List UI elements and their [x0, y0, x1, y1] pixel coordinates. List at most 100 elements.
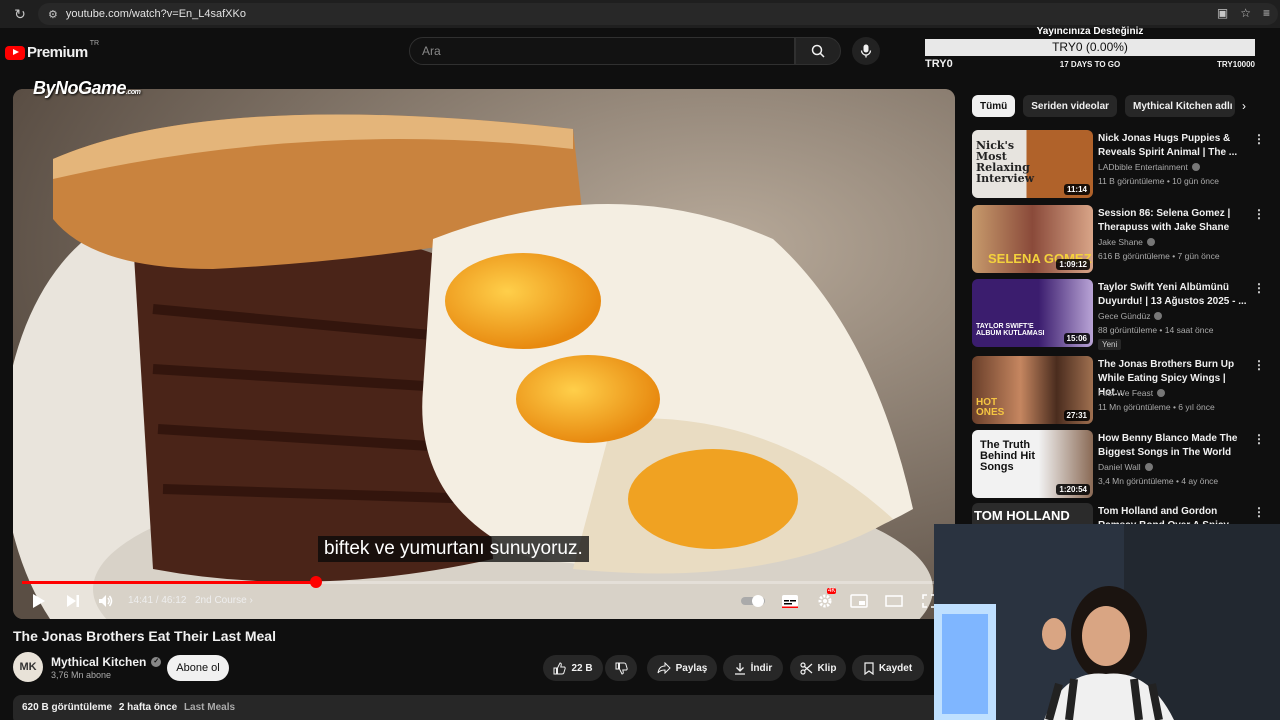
channel-link[interactable]: Mythical Kitchen ✓: [51, 655, 162, 669]
scissors-icon: [799, 661, 812, 675]
channel-name[interactable]: First We Feast: [1098, 388, 1153, 398]
url-text[interactable]: youtube.com/watch?v=En_L4safXKo: [66, 8, 1278, 20]
next-button[interactable]: [63, 591, 83, 611]
recommendation-meta: 616 B görüntüleme • 7 gün önce: [1098, 251, 1220, 261]
screen: ↻ ⚙ youtube.com/watch?v=En_L4safXKo ▣ ☆ …: [0, 0, 1280, 720]
thumbnail-text: The Truth Behind Hit Songs: [980, 439, 1035, 473]
recommendation-item[interactable]: The Truth Behind Hit Songs 1:20:54 How B…: [972, 430, 1272, 500]
streamer-watermark: ByNoGame.com: [33, 78, 141, 99]
star-icon[interactable]: ☆: [1240, 6, 1251, 20]
donation-progress-bar: TRY0 (0.00%): [925, 39, 1255, 56]
video-thumbnail[interactable]: Nick's Most Relaxing Interview 11:14: [972, 130, 1093, 198]
video-thumbnail[interactable]: SELENA GOMEZ 1:09:12: [972, 205, 1093, 273]
channel-name[interactable]: Jake Shane: [1098, 237, 1143, 247]
youtube-logo[interactable]: Premium TR: [5, 40, 99, 61]
more-options-icon[interactable]: ⋮: [1253, 505, 1265, 519]
recommendation-item[interactable]: HOT ONES 27:31 The Jonas Brothers Burn U…: [972, 356, 1272, 426]
upload-age: 2 hafta önce: [118, 702, 178, 713]
progress-fill: [22, 581, 316, 584]
theater-mode-button[interactable]: [884, 591, 904, 611]
video-thumbnail[interactable]: HOT ONES 27:31: [972, 356, 1093, 424]
address-bar[interactable]: ⚙ youtube.com/watch?v=En_L4safXKo: [38, 3, 1278, 25]
duration-badge: 11:14: [1063, 184, 1090, 195]
save-button[interactable]: Kaydet: [852, 655, 924, 681]
more-options-icon[interactable]: ⋮: [1253, 207, 1265, 221]
recommendation-title[interactable]: How Benny Blanco Made The Biggest Songs …: [1098, 432, 1248, 460]
more-options-icon[interactable]: ⋮: [1253, 432, 1265, 446]
recommendation-item[interactable]: Nick's Most Relaxing Interview 11:14 Nic…: [972, 130, 1272, 200]
tune-icon[interactable]: ⚙: [48, 8, 58, 21]
more-options-icon[interactable]: ⋮: [1253, 132, 1265, 146]
recommendation-item[interactable]: SELENA GOMEZ 1:09:12 Session 86: Selena …: [972, 205, 1272, 275]
recommendation-title[interactable]: Nick Jonas Hugs Puppies & Reveals Spirit…: [1098, 132, 1248, 160]
recommendation-channel[interactable]: Gece Gündüz: [1098, 311, 1163, 321]
cast-icon[interactable]: ▣: [1217, 6, 1228, 20]
verified-icon: [1144, 463, 1153, 471]
thumbnail-text: HOT ONES: [976, 397, 1005, 418]
progress-bar[interactable]: [22, 576, 946, 588]
recommendation-channel[interactable]: Daniel Wall: [1098, 462, 1153, 472]
subscribe-button[interactable]: Abone ol: [167, 655, 229, 681]
duration-badge: 27:31: [1063, 410, 1090, 421]
dislike-button[interactable]: [605, 655, 637, 681]
subscriber-count: 3,76 Mn abone: [51, 670, 112, 680]
chip-all[interactable]: Tümü: [972, 95, 1016, 117]
download-button[interactable]: İndir: [723, 655, 783, 681]
chapter-button[interactable]: 2nd Course ›: [195, 595, 253, 606]
recommendation-title[interactable]: Session 86: Selena Gomez | Therapuss wit…: [1098, 207, 1248, 235]
save-label: Kaydet: [878, 662, 913, 674]
volume-button[interactable]: [96, 591, 116, 611]
subtitles-icon: [782, 595, 798, 608]
recommendation-title[interactable]: Taylor Swift Yeni Albümünü Duyurdu! | 13…: [1098, 281, 1248, 309]
recommendation-meta: 3,4 Mn görüntüleme • 4 ay önce: [1098, 476, 1219, 486]
channel-name[interactable]: Daniel Wall: [1098, 462, 1141, 472]
play-button[interactable]: [29, 591, 49, 611]
chevron-right-icon[interactable]: ›: [1234, 95, 1254, 117]
filter-chips: Tümü Seriden videolar Mythical Kitchen a…: [972, 95, 1236, 117]
channel-name[interactable]: Mythical Kitchen: [51, 655, 146, 669]
thumbnail-text: Nick's Most Relaxing Interview: [976, 139, 1035, 185]
donation-days-left: 17 DAYS TO GO: [1059, 60, 1121, 69]
channel-name[interactable]: LADbible Entertainment: [1098, 162, 1188, 172]
video-tag[interactable]: Last Meals: [184, 702, 235, 713]
clip-button[interactable]: Klip: [790, 655, 846, 681]
autoplay-toggle[interactable]: [740, 591, 768, 611]
share-button[interactable]: Paylaş: [647, 655, 717, 681]
recommendation-channel[interactable]: Jake Shane: [1098, 237, 1155, 247]
recommendation-meta: 11 Mn görüntüleme • 6 yıl önce: [1098, 402, 1215, 412]
video-thumbnail[interactable]: TAYLOR SWIFT'E ALBÜM KUTLAMASI 15:06: [972, 279, 1093, 347]
miniplayer-button[interactable]: [849, 591, 869, 611]
more-options-icon[interactable]: ⋮: [1253, 281, 1265, 295]
more-options-icon[interactable]: ⋮: [1253, 358, 1265, 372]
search-button[interactable]: [795, 37, 841, 65]
channel-name[interactable]: Gece Gündüz: [1098, 311, 1150, 321]
recommendation-meta: 11 B görüntüleme • 10 gün önce: [1098, 176, 1219, 186]
video-player[interactable]: biftek ve yumurtanı sunuyoruz. 14:41 / 4…: [13, 89, 955, 619]
subtitles-button[interactable]: [780, 591, 800, 611]
settings-button[interactable]: 4K: [814, 588, 837, 611]
share-label: Paylaş: [675, 662, 708, 674]
recommendation-channel[interactable]: First We Feast: [1098, 388, 1166, 398]
recommendation-channel[interactable]: LADbible Entertainment: [1098, 162, 1200, 172]
duration-badge: 15:06: [1063, 333, 1090, 344]
play-icon: [33, 594, 45, 608]
video-thumbnail[interactable]: The Truth Behind Hit Songs 1:20:54: [972, 430, 1093, 498]
search-input[interactable]: Ara: [409, 37, 795, 65]
duration-badge: 1:09:12: [1056, 259, 1090, 270]
watermark-text: ByNoGame: [33, 78, 127, 98]
verified-icon: [1146, 238, 1155, 246]
recommendation-item[interactable]: TAYLOR SWIFT'E ALBÜM KUTLAMASI 15:06 Tay…: [972, 279, 1272, 350]
channel-avatar[interactable]: MK: [13, 652, 43, 682]
chip-channel[interactable]: Mythical Kitchen adlı: [1125, 95, 1236, 117]
reload-icon[interactable]: ↻: [8, 6, 32, 23]
like-button[interactable]: 22 B: [543, 655, 603, 681]
reading-list-icon[interactable]: ≡: [1263, 6, 1270, 20]
description-box[interactable]: 620 B görüntüleme 2 hafta önce Last Meal…: [13, 695, 955, 720]
chip-series[interactable]: Seriden videolar: [1023, 95, 1118, 117]
youtube-play-icon: [5, 45, 25, 60]
browser-actions: ▣ ☆ ≡: [1217, 6, 1270, 20]
download-icon: [734, 662, 745, 675]
voice-search-button[interactable]: [852, 37, 880, 65]
progress-scrubber[interactable]: [309, 576, 322, 588]
thumbs-up-icon: [553, 661, 567, 674]
